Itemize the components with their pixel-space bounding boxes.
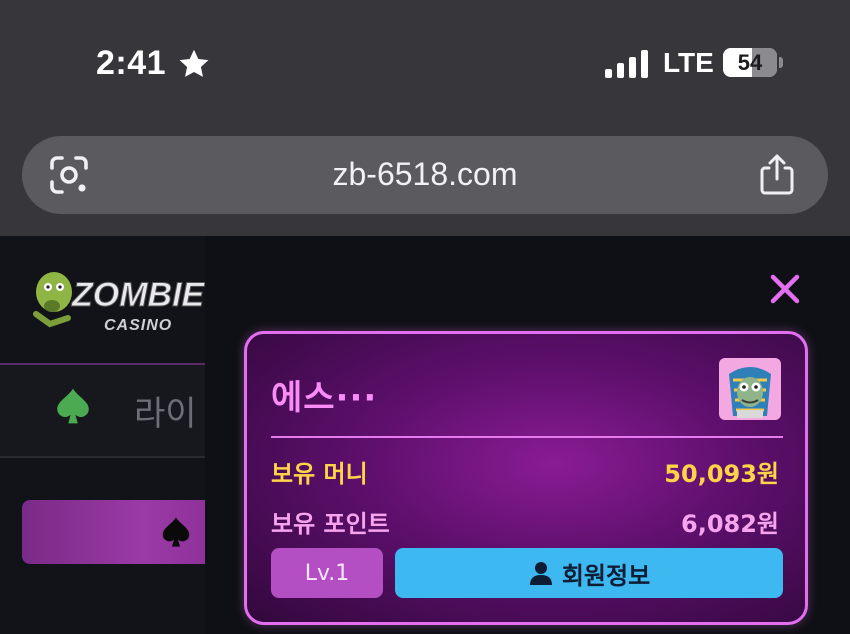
spade-icon [162,517,190,547]
battery-nub [779,57,783,68]
battery-icon: 54 [723,48,777,77]
zombie-casino-logo[interactable]: ZOMBIE CASINO [28,254,208,346]
nav-item-label: 라이 [134,394,197,434]
person-icon [529,562,552,585]
card-divider [271,436,783,438]
level-badge-button[interactable]: Lv.1 [271,548,383,598]
user-nickname: 에스··· [271,378,378,418]
pharaoh-zombie-icon [729,367,771,418]
battery-percent: 54 [737,50,763,75]
url-text[interactable]: zb-6518.com [22,156,828,193]
member-info-button[interactable]: 회원정보 [395,548,783,598]
user-avatar[interactable] [719,358,781,420]
status-time: 2:41 [96,44,167,82]
money-label: 보유 머니 [271,460,368,488]
game-tab-card[interactable] [22,500,222,564]
star-icon [179,49,209,77]
points-label: 보유 포인트 [271,510,390,538]
share-icon[interactable] [756,152,798,196]
signal-icon [605,50,648,78]
points-value: 6,082원 [681,510,779,538]
nav-divider [0,456,205,458]
money-value: 50,093원 [664,460,779,488]
browser-chrome: 2:41 LTE 54 zb-6518.com [0,0,850,236]
user-info-card: 에스··· 보유 머니 50,093원 보유 포인트 6,082원 Lv.1 회… [244,331,808,625]
address-bar[interactable]: zb-6518.com [22,136,828,214]
network-type: LTE [663,47,714,78]
close-icon[interactable] [768,272,802,306]
spade-icon [57,388,89,424]
svg-text:ZOMBIE: ZOMBIE [71,276,206,314]
member-info-label: 회원정보 [561,562,651,590]
svg-text:CASINO: CASINO [104,317,172,334]
